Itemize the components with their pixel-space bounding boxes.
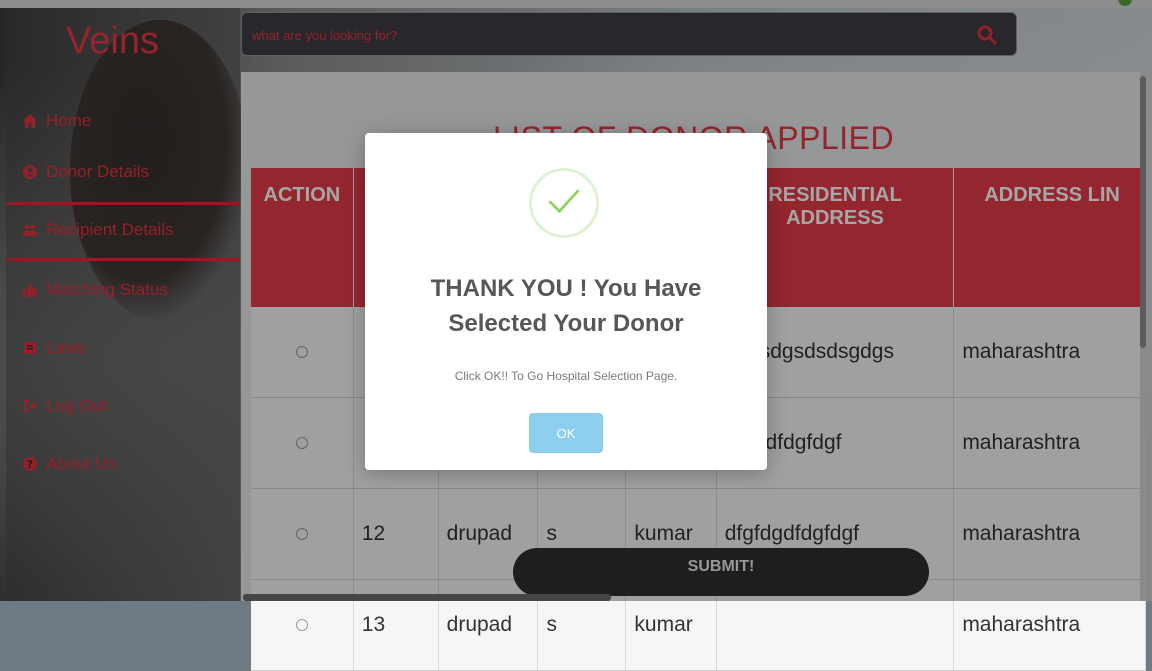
select-radio[interactable] [295, 619, 308, 631]
modal-title-line: Selected Your Donor [448, 310, 684, 337]
success-modal: THANK YOU ! You Have Selected Your Donor… [365, 133, 767, 470]
ok-button[interactable]: OK [529, 413, 603, 453]
modal-title: THANK YOU ! You Have Selected Your Donor [365, 271, 767, 341]
modal-title-line: THANK YOU ! You Have [430, 275, 702, 302]
checkmark-icon [529, 168, 599, 238]
modal-message: Click OK!! To Go Hospital Selection Page… [454, 369, 678, 383]
